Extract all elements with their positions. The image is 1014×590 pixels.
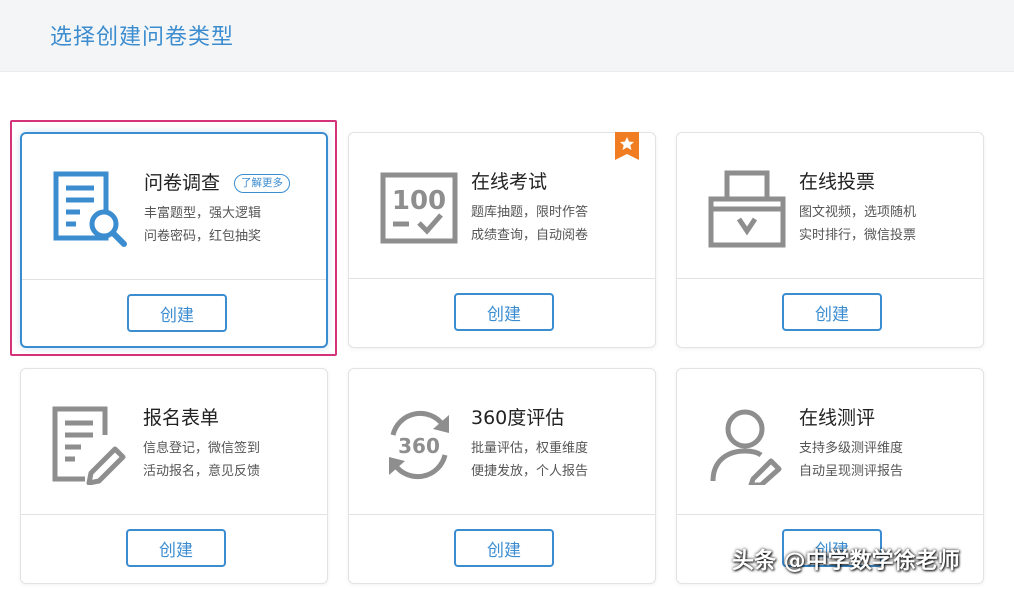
card-exam[interactable]: 100 在线考试 题库抽题，限时作答 成绩查询，自动阅卷 创建 xyxy=(348,132,656,348)
card-desc-line: 批量评估，权重维度 xyxy=(471,441,589,456)
card-desc-line: 活动报名，意见反馈 xyxy=(143,464,261,479)
svg-text:360: 360 xyxy=(398,434,440,458)
card-divider xyxy=(349,278,655,279)
card-description: 批量评估，权重维度 便捷发放，个人报告 xyxy=(471,437,588,483)
card-title: 在线投票 xyxy=(799,171,876,193)
card-desc-line: 图文视频，选项随机 xyxy=(799,205,917,220)
card-title: 在线考试 xyxy=(471,171,548,193)
create-vote-button[interactable]: 创建 xyxy=(782,293,882,331)
card-desc-line: 支持多级测评维度 xyxy=(799,441,904,456)
card-survey[interactable]: 问卷调查 了解更多 丰富题型，强大逻辑 问卷密码，红包抽奖 创建 xyxy=(20,132,328,348)
create-form-button[interactable]: 创建 xyxy=(126,529,226,567)
card-description: 信息登记，微信签到 活动报名，意见反馈 xyxy=(143,437,260,483)
card-description: 支持多级测评维度 自动呈现测评报告 xyxy=(799,437,903,483)
card-desc-line: 题库抽题，限时作答 xyxy=(471,205,589,220)
card-title: 360度评估 xyxy=(471,407,565,429)
user-edit-icon xyxy=(710,409,782,485)
card-desc-line: 信息登记，微信签到 xyxy=(143,441,261,456)
refresh-360-icon: 360 xyxy=(389,410,449,480)
page-title: 选择创建问卷类型 xyxy=(50,25,235,50)
card-description: 题库抽题，限时作答 成绩查询，自动阅卷 xyxy=(471,201,588,247)
card-desc-line: 实时排行，微信投票 xyxy=(799,228,917,243)
svg-text:100: 100 xyxy=(392,186,446,216)
star-ribbon-icon xyxy=(615,132,639,160)
card-title: 报名表单 xyxy=(143,407,220,429)
card-description: 图文视频，选项随机 实时排行，微信投票 xyxy=(799,201,916,247)
card-description: 丰富题型，强大逻辑 问卷密码，红包抽奖 xyxy=(144,202,261,248)
watermark: 头条 @中学数学徐老师 xyxy=(732,549,960,574)
card-divider xyxy=(21,514,327,515)
create-360-button[interactable]: 创建 xyxy=(454,529,554,567)
card-360-evaluation[interactable]: 360 360度评估 批量评估，权重维度 便捷发放，个人报告 创建 xyxy=(348,368,656,584)
card-vote[interactable]: 在线投票 图文视频，选项随机 实时排行，微信投票 创建 xyxy=(676,132,984,348)
page-header: 选择创建问卷类型 xyxy=(0,0,1014,72)
create-exam-button[interactable]: 创建 xyxy=(454,293,554,331)
card-divider xyxy=(349,514,655,515)
card-divider xyxy=(677,514,983,515)
card-title: 在线测评 xyxy=(799,407,876,429)
card-title: 问卷调查 xyxy=(144,172,221,194)
card-desc-line: 丰富题型，强大逻辑 xyxy=(144,206,262,221)
ballot-box-icon xyxy=(708,170,786,248)
card-divider xyxy=(677,278,983,279)
learn-more-link[interactable]: 了解更多 xyxy=(234,174,290,193)
card-desc-line: 问卷密码，红包抽奖 xyxy=(144,229,262,244)
card-desc-line: 自动呈现测评报告 xyxy=(799,464,904,479)
create-survey-button[interactable]: 创建 xyxy=(127,294,227,332)
card-divider xyxy=(22,279,326,280)
survey-icon xyxy=(53,171,127,247)
exam-100-icon: 100 xyxy=(380,172,458,244)
card-desc-line: 便捷发放，个人报告 xyxy=(471,464,589,479)
card-form[interactable]: 报名表单 信息登记，微信签到 活动报名，意见反馈 创建 xyxy=(20,368,328,584)
card-desc-line: 成绩查询，自动阅卷 xyxy=(471,228,589,243)
form-edit-icon xyxy=(52,406,126,485)
